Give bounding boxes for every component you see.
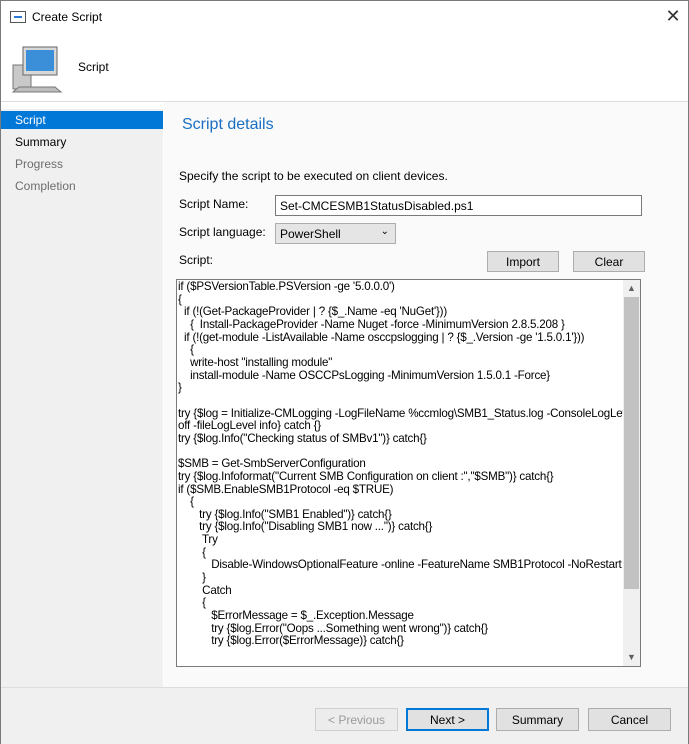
title-bar — [1, 1, 688, 34]
script-label: Script: — [179, 253, 214, 267]
cancel-button[interactable]: Cancel — [588, 708, 671, 731]
sidebar-item-script[interactable]: Script — [1, 111, 163, 129]
script-language-label: Script language: — [179, 225, 266, 239]
import-button[interactable]: Import — [487, 251, 559, 272]
scroll-up-icon[interactable]: ▲ — [623, 280, 640, 297]
header-title: Script — [78, 60, 109, 74]
script-language-select[interactable]: PowerShell ⌄ — [275, 223, 396, 244]
script-text[interactable]: if ($PSVersionTable.PSVersion -ge '5.0.0… — [178, 280, 637, 648]
script-name-label: Script Name: — [179, 197, 249, 211]
window-icon — [10, 11, 26, 23]
script-editor[interactable]: if ($PSVersionTable.PSVersion -ge '5.0.0… — [176, 279, 641, 667]
page-title: Script details — [182, 116, 274, 133]
summary-button[interactable]: Summary — [496, 708, 579, 731]
scrollbar-thumb[interactable] — [624, 297, 639, 589]
sidebar-item-summary[interactable]: Summary — [1, 133, 163, 151]
scroll-down-icon[interactable]: ▼ — [623, 649, 640, 666]
close-icon[interactable]: ✕ — [661, 5, 685, 29]
script-language-value: PowerShell — [280, 227, 341, 241]
vertical-scrollbar[interactable]: ▲ ▼ — [623, 280, 640, 666]
window-title: Create Script — [32, 10, 103, 24]
sidebar-item-progress[interactable]: Progress — [1, 155, 163, 173]
chevron-down-icon: ⌄ — [380, 226, 389, 237]
sidebar-item-completion[interactable]: Completion — [1, 177, 163, 195]
script-name-input[interactable] — [275, 195, 642, 216]
clear-button[interactable]: Clear — [573, 251, 645, 272]
computer-icon — [11, 46, 63, 93]
wizard-sidebar: Script Summary Progress Completion — [1, 109, 163, 687]
next-button[interactable]: Next > — [406, 708, 489, 731]
description-text: Specify the script to be executed on cli… — [179, 169, 448, 183]
previous-button[interactable]: < Previous — [315, 708, 398, 731]
